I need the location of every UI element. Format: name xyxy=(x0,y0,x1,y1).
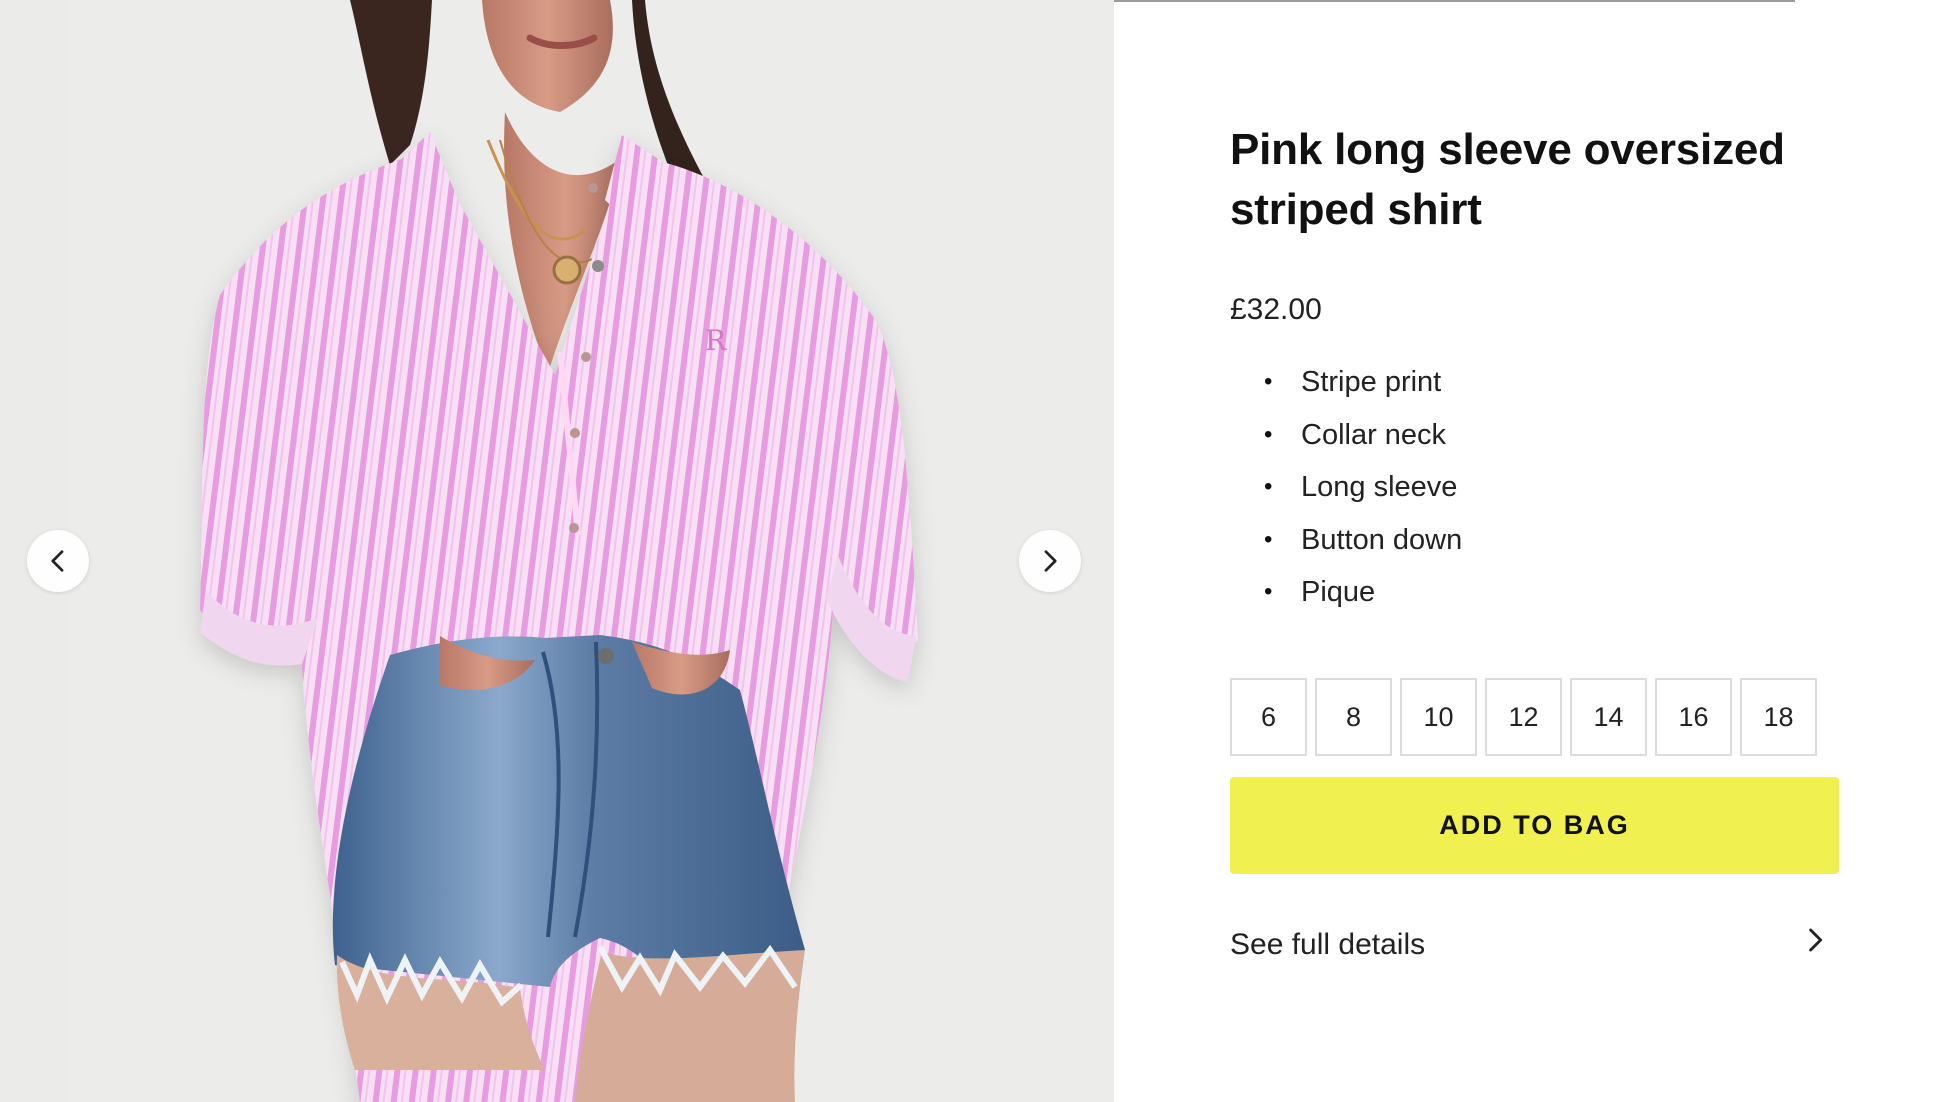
product-price: £32.00 xyxy=(1230,293,1322,326)
bullet-icon: • xyxy=(1264,525,1273,553)
see-full-details-label: See full details xyxy=(1230,928,1426,961)
product-image-gallery: R xyxy=(0,0,1114,1102)
size-6-button[interactable]: 6 xyxy=(1230,678,1307,756)
feature-label: Button down xyxy=(1301,523,1463,556)
feature-label: Pique xyxy=(1301,576,1376,608)
product-title: Pink long sleeve oversized striped shirt xyxy=(1230,125,1785,234)
feature-label: Stripe print xyxy=(1301,366,1442,398)
feature-list-item: • Button down xyxy=(1264,523,1840,576)
size-10-button[interactable]: 10 xyxy=(1400,678,1477,756)
size-18-button[interactable]: 18 xyxy=(1740,678,1817,756)
feature-label: Collar neck xyxy=(1301,418,1447,451)
next-image-button[interactable] xyxy=(1019,530,1081,592)
feature-label: Long sleeve xyxy=(1301,471,1458,503)
see-full-details-link[interactable]: See full details xyxy=(1230,915,1830,975)
bullet-icon: • xyxy=(1264,578,1273,605)
size-selector: 6 8 10 12 14 16 18 xyxy=(1230,678,1817,756)
bullet-icon: • xyxy=(1264,473,1273,500)
chevron-left-icon xyxy=(51,550,64,572)
previous-image-button[interactable] xyxy=(27,530,89,592)
size-16-button[interactable]: 16 xyxy=(1655,678,1732,756)
bullet-icon: • xyxy=(1264,368,1273,395)
product-page: R Pink long sleeve oversized striped shi… xyxy=(0,0,1934,1102)
svg-text:R: R xyxy=(705,324,727,357)
size-14-button[interactable]: 14 xyxy=(1570,678,1647,756)
chevron-right-icon xyxy=(1809,928,1823,952)
feature-list-item: • Collar neck xyxy=(1264,418,1840,471)
size-8-button[interactable]: 8 xyxy=(1315,678,1392,756)
product-details-panel: Pink long sleeve oversized striped shirt… xyxy=(1230,120,1840,961)
model-wearing-pink-striped-shirt-image: R xyxy=(0,0,1114,1102)
feature-list-item: • Stripe print xyxy=(1264,365,1840,418)
feature-list-item: • Long sleeve xyxy=(1264,470,1840,523)
chevron-right-icon xyxy=(1044,550,1057,572)
bullet-icon: • xyxy=(1264,420,1273,448)
feature-list-item: • Pique xyxy=(1264,575,1840,628)
add-to-bag-button[interactable]: ADD TO BAG xyxy=(1230,777,1839,874)
size-12-button[interactable]: 12 xyxy=(1485,678,1562,756)
product-feature-list: • Stripe print • Collar neck • Long slee… xyxy=(1264,365,1840,628)
